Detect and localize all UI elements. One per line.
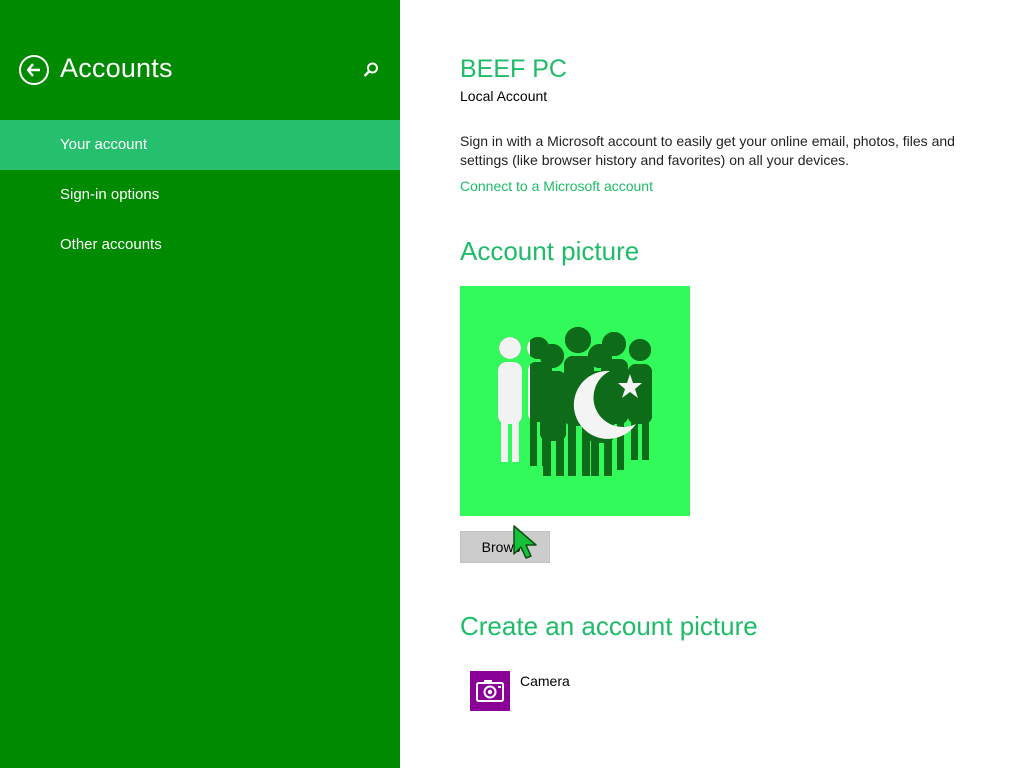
camera-icon bbox=[476, 680, 504, 702]
content-pane: BEEF PC Local Account Sign in with a Mic… bbox=[460, 0, 1000, 768]
account-description: Sign in with a Microsoft account to easi… bbox=[460, 133, 955, 168]
search-button[interactable] bbox=[361, 60, 381, 80]
camera-app-label[interactable]: Camera bbox=[520, 673, 570, 689]
account-type: Local Account bbox=[460, 88, 548, 104]
browse-button[interactable]: Browse bbox=[460, 531, 550, 563]
account-picture bbox=[460, 286, 690, 516]
nav-item-sign-in-options[interactable]: Sign-in options bbox=[0, 170, 400, 220]
account-picture-heading: Account picture bbox=[460, 236, 640, 266]
camera-app-tile[interactable] bbox=[470, 671, 510, 711]
pane-title: Accounts bbox=[60, 53, 173, 83]
connect-microsoft-account-link[interactable]: Connect to a Microsoft account bbox=[460, 178, 653, 194]
people-flag-picture bbox=[498, 327, 652, 476]
back-arrow-icon bbox=[26, 63, 40, 77]
accounts-settings-page: Accounts Your account Sign-in options Ot… bbox=[0, 0, 1024, 768]
nav-item-other-accounts[interactable]: Other accounts bbox=[0, 220, 400, 270]
create-account-picture-heading: Create an account picture bbox=[460, 611, 758, 641]
navigation-pane: Accounts Your account Sign-in options Ot… bbox=[0, 0, 400, 768]
nav-item-your-account[interactable]: Your account bbox=[0, 120, 400, 170]
account-name: BEEF PC bbox=[460, 55, 567, 83]
search-icon bbox=[363, 62, 378, 77]
back-button[interactable] bbox=[19, 55, 49, 85]
